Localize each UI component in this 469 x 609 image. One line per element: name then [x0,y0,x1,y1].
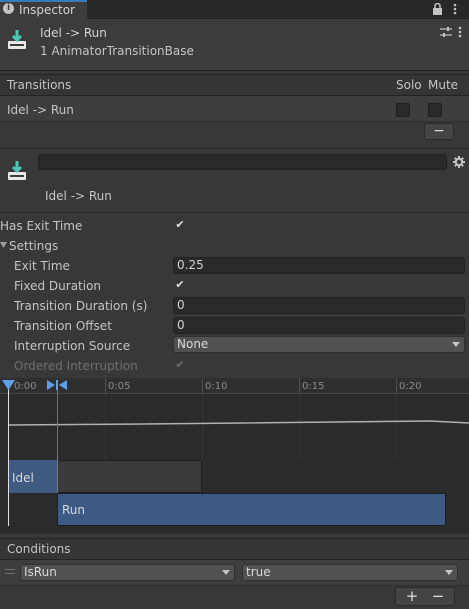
destination-clip[interactable] [57,493,446,526]
has-exit-time-checkbox[interactable]: ✔ [173,218,187,232]
kebab-menu-icon[interactable] [452,2,458,16]
transition-offset-label: Transition Offset [14,319,112,333]
header-menu-icon[interactable] [457,25,463,39]
info-icon: i [3,3,14,14]
tab-inspector[interactable]: i Inspector [0,0,87,19]
ordered-interruption-label: Ordered Interruption [14,359,138,373]
ruler-label: 0:10 [205,381,228,392]
mute-checkbox[interactable] [428,103,442,117]
transition-name-field[interactable] [38,154,447,170]
settings-foldout-label[interactable]: Settings [9,239,58,253]
transition-icon [8,161,26,180]
source-clip-label: Idel [12,471,34,485]
chevron-down-icon [452,342,460,347]
remove-transition-button[interactable]: − [424,123,454,140]
remove-condition-button[interactable]: − [428,588,448,604]
has-exit-time-label: Has Exit Time [0,219,83,233]
transition-curve [7,420,469,426]
condition-parameter-value: IsRun [24,565,57,579]
ruler-label: 0:00 [14,381,37,392]
lock-icon[interactable] [432,3,443,15]
header-subtitle: 1 AnimatorTransitionBase [40,44,194,58]
transition-duration-label: Transition Duration (s) [14,299,148,313]
playhead-line [8,388,9,526]
ordered-interruption-checkbox: ✔ [175,358,185,371]
ruler-label: 0:15 [302,381,325,392]
conditions-label: Conditions [7,542,71,556]
add-condition-button[interactable]: + [402,588,422,604]
solo-column-label: Solo [396,78,422,92]
transition-offset-field[interactable]: 0 [173,317,465,334]
condition-parameter-dropdown[interactable]: IsRun [20,564,235,581]
fixed-duration-label: Fixed Duration [14,279,102,293]
playhead-marker-icon[interactable] [2,380,15,391]
gear-icon[interactable] [453,156,465,168]
exit-time-label: Exit Time [14,259,70,273]
ruler-label: 0:05 [108,381,131,392]
transition-duration-field[interactable]: 0 [173,297,465,314]
tab-label: Inspector [19,3,75,17]
interruption-source-value: None [177,337,209,351]
exit-time-field[interactable]: 0.25 [173,257,465,274]
fixed-duration-checkbox[interactable]: ✔ [173,278,187,292]
ruler-tick [299,378,300,394]
header-title: Idel -> Run [40,26,107,40]
condition-value-dropdown[interactable]: true [242,564,458,581]
drag-handle-icon[interactable] [5,569,15,575]
ruler-label: 0:20 [399,381,422,392]
sliders-icon[interactable] [440,27,452,37]
solo-checkbox[interactable] [396,103,410,117]
interruption-source-label: Interruption Source [14,339,131,353]
transition-range-handles-icon[interactable] [47,380,67,391]
divider [0,148,469,149]
chevron-down-icon [445,570,453,575]
ruler-tick [105,378,106,394]
chevron-down-icon [222,570,230,575]
foldout-arrow-icon[interactable] [0,242,7,249]
interruption-source-dropdown[interactable]: None [173,336,465,353]
divider [0,212,469,213]
transition-end-line [57,388,58,493]
transitions-label: Transitions [7,78,72,92]
condition-value: true [246,565,271,579]
transition-row-name: Idel -> Run [7,103,74,117]
animator-transition-icon [8,30,26,49]
ruler-tick [396,378,397,394]
destination-clip-label: Run [62,503,86,517]
ruler-tick [202,378,203,394]
mute-column-label: Mute [428,78,459,92]
transition-label: Idel -> Run [45,189,112,203]
